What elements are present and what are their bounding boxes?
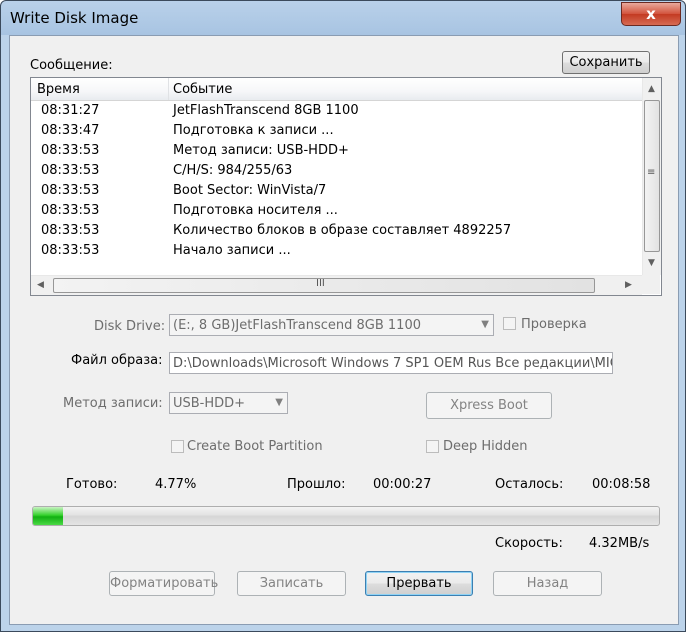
back-button[interactable]: Назад — [493, 571, 602, 596]
log-time: 08:33:53 — [41, 163, 100, 178]
close-button[interactable]: x — [621, 2, 681, 26]
abort-button[interactable]: Прервать — [365, 571, 473, 596]
write-button[interactable]: Записать — [237, 571, 346, 596]
dialog-body: Сообщение: Сохранить Время Событие 08:31… — [9, 35, 679, 625]
log-time: 08:33:53 — [41, 223, 100, 238]
speed-label: Скорость: — [495, 536, 563, 551]
column-header-time[interactable]: Время — [37, 82, 80, 97]
close-icon: x — [646, 5, 656, 23]
remaining-value: 00:08:58 — [592, 477, 651, 492]
image-file-label: Файл образа: — [71, 353, 163, 368]
speed-value: 4.32MB/s — [589, 536, 650, 551]
vertical-scrollbar[interactable]: ▲ ≡ ▼ — [642, 78, 661, 275]
log-header: Время Событие — [31, 78, 642, 101]
column-header-event[interactable]: Событие — [173, 82, 232, 97]
log-event: C/H/S: 984/255/63 — [173, 163, 293, 178]
log-time: 08:33:53 — [41, 203, 100, 218]
column-divider[interactable] — [168, 78, 169, 100]
log-row[interactable]: 08:33:53 Количество блоков в образе соста… — [31, 221, 642, 241]
log-event: Метод записи: USB-HDD+ — [173, 143, 349, 158]
deep-hidden-label[interactable]: Deep Hidden — [443, 439, 528, 454]
log-listview[interactable]: Время Событие 08:31:27 JetFlashTranscend … — [30, 77, 662, 296]
verify-label[interactable]: Проверка — [521, 317, 587, 332]
log-event: Подготовка носителя ... — [173, 203, 338, 218]
log-row[interactable]: 08:33:53 Подготовка носителя ... — [31, 201, 642, 221]
log-event: Подготовка к записи ... — [173, 123, 334, 138]
elapsed-value: 00:00:27 — [373, 477, 432, 492]
write-progress-bar — [32, 506, 660, 526]
window-title: Write Disk Image — [10, 9, 139, 27]
log-time: 08:33:53 — [41, 143, 100, 158]
scroll-right-icon[interactable]: ▶ — [625, 280, 632, 290]
write-method-value: USB-HDD+ — [173, 396, 246, 411]
image-file-value: D:\Downloads\Microsoft Windows 7 SP1 OEM… — [173, 356, 613, 371]
xpress-boot-button[interactable]: Xpress Boot — [426, 392, 552, 419]
save-button[interactable]: Сохранить — [562, 51, 650, 74]
log-row[interactable]: 08:33:47 Подготовка к записи ... — [31, 121, 642, 141]
log-row[interactable]: 08:33:53 Начало записи ... — [31, 241, 642, 261]
write-method-select[interactable]: USB-HDD+ ▼ — [169, 392, 288, 414]
log-row[interactable]: 08:33:53 C/H/S: 984/255/63 — [31, 161, 642, 181]
log-event: JetFlashTranscend 8GB 1100 — [173, 103, 359, 118]
write-method-label: Метод записи: — [63, 396, 163, 411]
disk-drive-value: (E:, 8 GB)JetFlashTranscend 8GB 1100 — [173, 318, 421, 333]
log-time: 08:33:47 — [41, 123, 100, 138]
log-time: 08:33:53 — [41, 243, 100, 258]
create-boot-partition-checkbox[interactable] — [171, 440, 184, 453]
disk-drive-select[interactable]: (E:, 8 GB)JetFlashTranscend 8GB 1100 ▼ — [169, 314, 494, 336]
create-boot-partition-label[interactable]: Create Boot Partition — [187, 439, 323, 454]
vertical-grip-icon: ≡ — [647, 167, 656, 178]
format-button[interactable]: Форматировать — [109, 571, 218, 596]
done-value: 4.77% — [155, 477, 197, 492]
horizontal-scrollbar[interactable]: ◀ III ▶ — [31, 275, 642, 295]
vertical-scroll-thumb[interactable]: ≡ — [644, 100, 660, 252]
scroll-down-icon[interactable]: ▼ — [648, 258, 655, 268]
log-event: Boot Sector: WinVista/7 — [173, 183, 327, 198]
log-row[interactable]: 08:33:53 Метод записи: USB-HDD+ — [31, 141, 642, 161]
scroll-corner — [642, 275, 660, 294]
chevron-down-icon: ▼ — [481, 319, 489, 330]
chevron-down-icon: ▼ — [275, 397, 283, 408]
deep-hidden-checkbox[interactable] — [426, 440, 439, 453]
log-time: 08:33:53 — [41, 183, 100, 198]
progress-fill — [33, 507, 63, 525]
remaining-label: Осталось: — [495, 477, 564, 492]
disk-drive-label: Disk Drive: — [94, 319, 166, 334]
scroll-left-icon[interactable]: ◀ — [37, 280, 44, 290]
title-bar[interactable]: Write Disk Image x — [1, 1, 685, 35]
horizontal-grip-icon: III — [316, 278, 325, 289]
log-event: Начало записи ... — [173, 243, 291, 258]
log-row[interactable]: 08:33:53 Boot Sector: WinVista/7 — [31, 181, 642, 201]
horizontal-scroll-thumb[interactable]: III — [53, 278, 595, 293]
verify-checkbox[interactable] — [503, 317, 516, 330]
log-time: 08:31:27 — [41, 103, 100, 118]
elapsed-label: Прошло: — [287, 477, 346, 492]
scroll-up-icon[interactable]: ▲ — [648, 84, 655, 94]
image-file-input[interactable]: D:\Downloads\Microsoft Windows 7 SP1 OEM… — [169, 352, 613, 374]
message-label: Сообщение: — [30, 58, 113, 73]
write-disk-image-window: Write Disk Image x Сообщение: Сохранить … — [0, 0, 686, 632]
log-event: Количество блоков в образе составляет 48… — [173, 223, 512, 238]
log-row[interactable]: 08:31:27 JetFlashTranscend 8GB 1100 — [31, 101, 642, 121]
done-label: Готово: — [66, 477, 118, 492]
